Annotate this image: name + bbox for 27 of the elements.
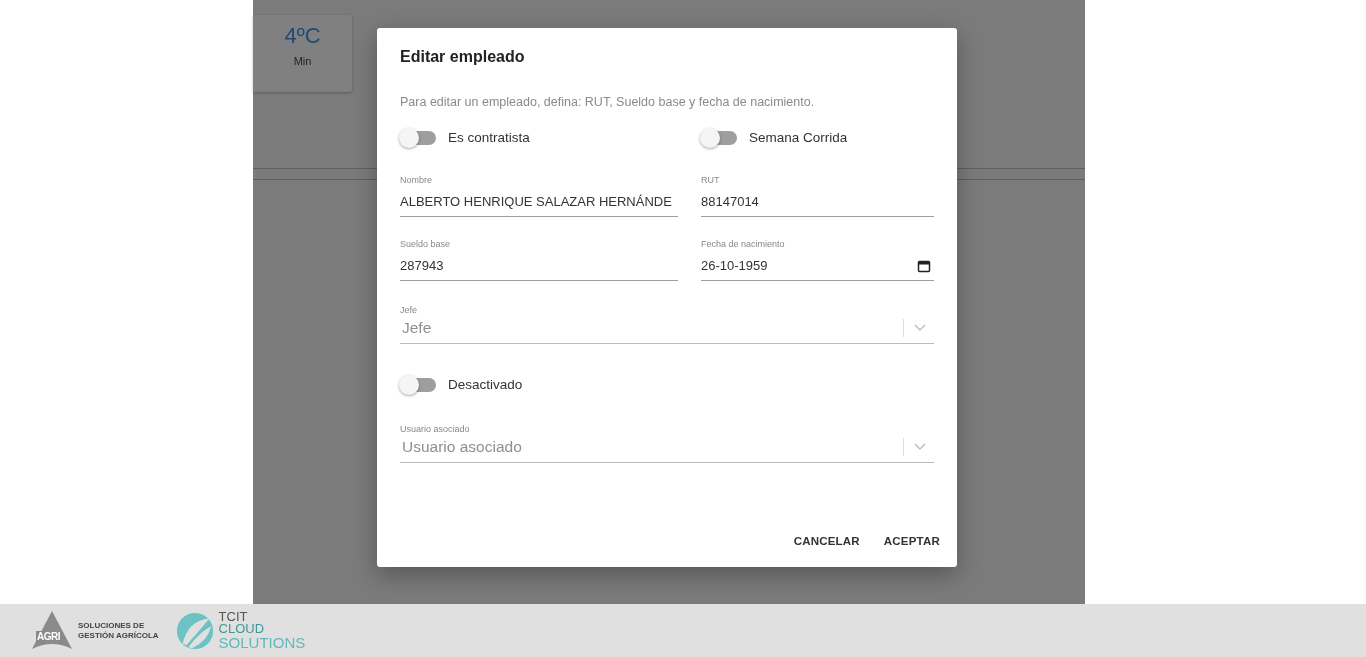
temperature-label: Min	[293, 55, 312, 67]
toggle-switch[interactable]	[402, 130, 436, 145]
logo-wordmark: TCIT	[218, 611, 248, 624]
cancel-button[interactable]: CANCELAR	[785, 531, 868, 551]
logo-tagline: GESTIÓN AGRÍCOLA	[78, 630, 159, 641]
temperature-value: 4ºC	[284, 23, 321, 49]
boss-select[interactable]: Jefe Jefe	[400, 305, 934, 344]
toggle-label: Semana Corrida	[749, 130, 848, 145]
logo-tagline: SOLUCIONES DE	[78, 620, 146, 631]
dialog-description: Para editar un empleado, defina: RUT, Sueldo base y fecha de nacimiento.	[400, 95, 816, 109]
text-field[interactable]: RUT 88147014	[701, 175, 934, 217]
accept-button[interactable]: ACEPTAR	[875, 531, 948, 551]
chevron-down-icon[interactable]	[914, 324, 926, 332]
calendar-icon[interactable]	[917, 258, 931, 273]
text-field[interactable]: Nombre ALBERTO HENRIQUE SALAZAR HERNÁNDE	[400, 175, 678, 217]
text-field[interactable]: Fecha de nacimiento 26-10-1959	[701, 239, 934, 281]
toggle-label: Desactivado	[448, 377, 523, 392]
text-field[interactable]: Sueldo base 287943	[400, 239, 678, 281]
leaf-logo-icon	[174, 610, 215, 651]
chevron-down-icon[interactable]	[914, 443, 926, 451]
toggle-switch[interactable]	[703, 130, 737, 145]
logo-wordmark: SOLUTIONS	[218, 635, 306, 650]
logo-wordmark: CLOUD	[218, 623, 266, 636]
toggle-label: Es contratista	[448, 130, 530, 145]
toggle-switch[interactable]	[402, 377, 436, 392]
user-select[interactable]: Usuario asociado Usuario asociado	[400, 424, 934, 463]
dialog-title: Editar empleado	[400, 48, 526, 66]
